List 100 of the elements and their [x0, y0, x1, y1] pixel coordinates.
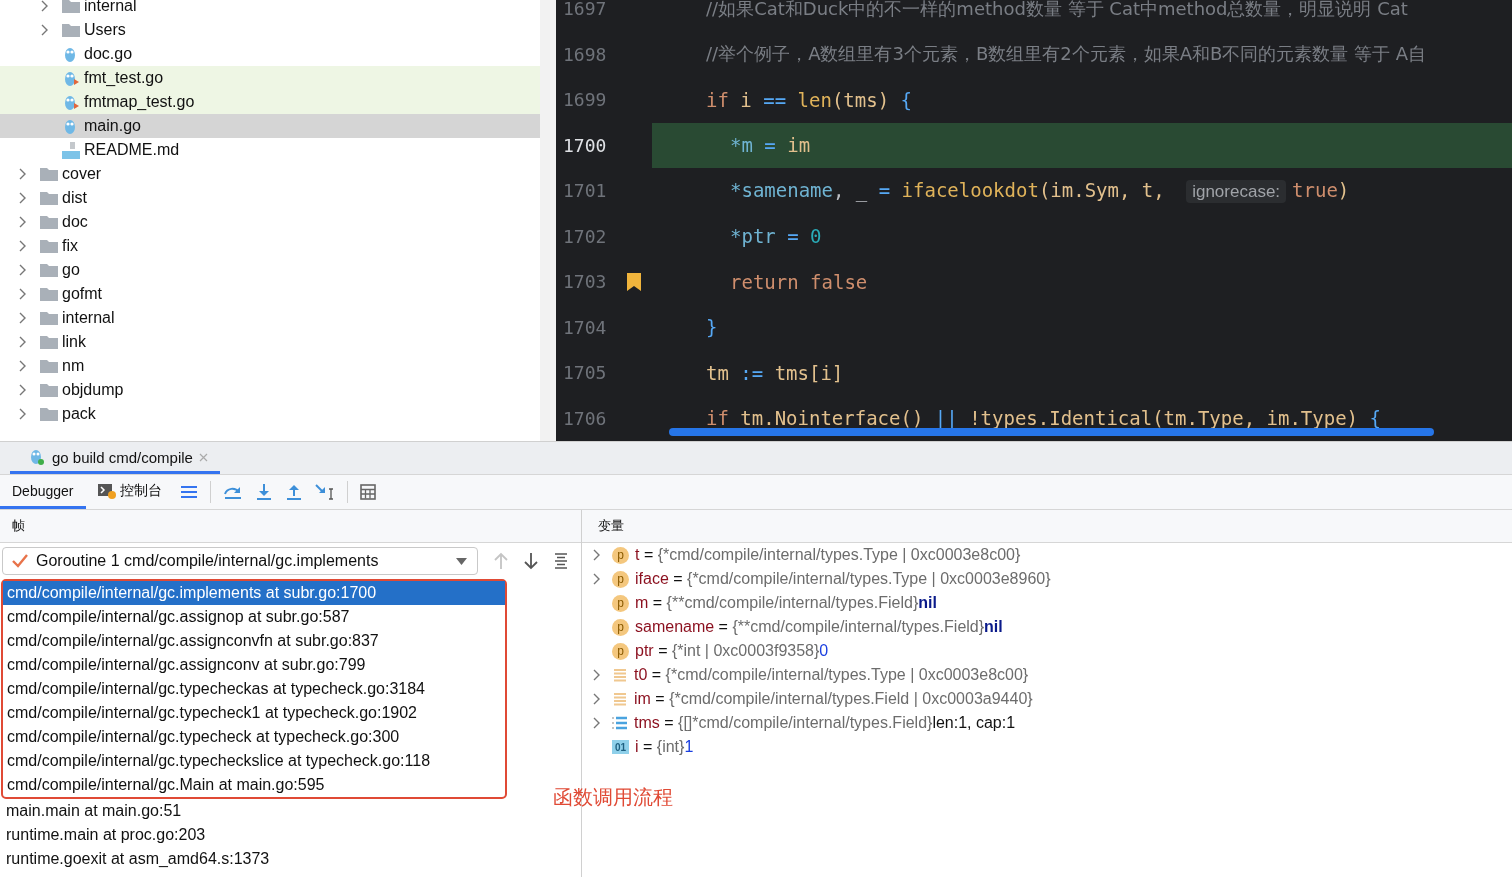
tree-row[interactable]: fmtmap_test.go: [0, 90, 540, 114]
tree-item-label[interactable]: internal: [84, 0, 137, 15]
tree-item-label[interactable]: nm: [62, 357, 85, 375]
tree-item-label[interactable]: main.go: [84, 117, 141, 135]
variable-entry[interactable]: im = {*cmd/compile/internal/types.Field | 0xc0003a9440}: [634, 690, 1033, 708]
code-line: return false: [730, 270, 868, 293]
stack-frame[interactable]: cmd/compile/internal/gc.assignconv at subr.go:799: [3, 653, 505, 677]
folder-icon: [62, 0, 80, 13]
folder-icon: [40, 335, 58, 349]
step-out-icon[interactable]: [284, 483, 303, 501]
folder-icon: [40, 167, 58, 181]
stack-frame[interactable]: cmd/compile/internal/gc.typecheck at typecheck.go:300: [3, 725, 505, 749]
stack-frame[interactable]: cmd/compile/internal/gc.assignop at subr.go:587: [3, 605, 505, 629]
variable-entry[interactable]: samename = {**cmd/compile/internal/types.Field}nil: [635, 618, 1003, 636]
tree-item-label[interactable]: internal: [62, 309, 115, 327]
chevron-icon[interactable]: [18, 312, 26, 324]
code-line: *ptr = 0: [730, 225, 822, 248]
chevron-icon[interactable]: [18, 336, 26, 348]
scrollbar-track[interactable]: [540, 0, 556, 441]
line-number: 1705: [562, 362, 608, 384]
line-number: 1697: [562, 0, 608, 20]
chevron-icon[interactable]: [40, 24, 48, 36]
tree-item-label[interactable]: dist: [62, 189, 87, 207]
field-icon: [612, 667, 628, 683]
chevron-icon[interactable]: [18, 360, 26, 372]
folder-icon: [40, 215, 58, 229]
chevron-icon[interactable]: [592, 693, 600, 705]
code-line: tm := tms[i]: [706, 361, 844, 384]
parameter-icon: p: [612, 570, 629, 588]
step-into-icon[interactable]: [254, 483, 273, 501]
stack-frame[interactable]: cmd/compile/internal/gc.implements at subr.go:1700: [3, 581, 505, 605]
stack-frame[interactable]: cmd/compile/internal/gc.Main at main.go:595: [3, 773, 505, 797]
parameter-icon: p: [612, 594, 629, 612]
tree-item-label[interactable]: fmtmap_test.go: [84, 93, 195, 111]
folder-icon: [62, 23, 80, 37]
chevron-icon[interactable]: [592, 549, 600, 561]
variable-entry[interactable]: tms = {[]*cmd/compile/internal/types.Field}len:1, cap:1: [634, 714, 1016, 732]
chevron-icon[interactable]: [40, 0, 48, 12]
tree-item-label[interactable]: go: [62, 261, 80, 279]
calculator-icon[interactable]: [359, 484, 376, 500]
variable-entry[interactable]: t = {*cmd/compile/internal/types.Type | 0xc0003e8c00}: [635, 546, 1021, 564]
tree-item-label[interactable]: gofmt: [62, 285, 102, 303]
tree-item-label[interactable]: doc: [62, 213, 88, 231]
chevron-icon[interactable]: [18, 192, 26, 204]
debugger-tab[interactable]: 控制台: [85, 475, 174, 509]
tree-item-label[interactable]: fmt_test.go: [84, 69, 164, 87]
code-comment: //如果Cat和Duck中的不一样的method数量 等于 Cat中method总数量，明显说明 Cat: [706, 0, 1408, 21]
chevron-icon[interactable]: [592, 717, 600, 729]
chevron-icon[interactable]: [592, 573, 600, 585]
chevron-icon[interactable]: [18, 288, 26, 300]
tree-item-label[interactable]: pack: [62, 405, 96, 423]
stack-frame[interactable]: runtime.goexit at asm_amd64.s:1373: [0, 847, 581, 871]
variable-entry[interactable]: t0 = {*cmd/compile/internal/types.Type | 0xc0003e8c00}: [634, 666, 1029, 684]
list-icon[interactable]: [554, 553, 568, 569]
chevron-icon[interactable]: [592, 669, 600, 681]
chevron-icon[interactable]: [18, 264, 26, 276]
stack-frame[interactable]: cmd/compile/internal/gc.typecheckas at typecheck.go:3184: [3, 677, 505, 701]
folder-icon: [40, 383, 58, 397]
folder-icon: [40, 239, 58, 253]
down-arrow-icon[interactable]: [524, 552, 538, 570]
goroutine-dropdown[interactable]: Goroutine 1 cmd/compile/internal/gc.implements: [2, 547, 478, 575]
gopher-run-icon: [28, 448, 46, 466]
chevron-icon[interactable]: [18, 240, 26, 252]
parameter-icon: p: [612, 618, 629, 636]
variable-entry[interactable]: m = {**cmd/compile/internal/types.Field}nil: [635, 594, 937, 612]
chevron-icon[interactable]: [18, 408, 26, 420]
tree-item-label[interactable]: README.md: [84, 141, 180, 159]
tree-item-label[interactable]: Users: [84, 21, 126, 39]
stack-frame[interactable]: cmd/compile/internal/gc.assignconvfn at subr.go:837: [3, 629, 505, 653]
caret-icon: [456, 557, 467, 565]
chevron-icon[interactable]: [18, 216, 26, 228]
folder-icon: [40, 263, 58, 277]
check-icon: [12, 554, 28, 568]
tree-item-label[interactable]: objdump: [62, 381, 124, 399]
tree-row[interactable]: main.go: [0, 114, 540, 138]
stack-frame[interactable]: cmd/compile/internal/gc.typecheck1 at typecheck.go:1902: [3, 701, 505, 725]
tree-item-label[interactable]: cover: [62, 165, 102, 183]
tree-item-label[interactable]: doc.go: [84, 45, 133, 63]
panel-title: 变量: [598, 517, 624, 535]
folder-icon: [40, 191, 58, 205]
chevron-icon[interactable]: [18, 384, 26, 396]
stack-frame[interactable]: runtime.main at proc.go:203: [0, 823, 581, 847]
variable-entry[interactable]: ptr = {*int | 0xc0003f9358}0: [635, 642, 829, 660]
code-line: }: [706, 316, 718, 339]
tree-item-label[interactable]: fix: [62, 237, 78, 255]
tree-item-label[interactable]: link: [62, 333, 86, 351]
line-number: 1704: [562, 316, 608, 338]
tree-row[interactable]: fmt_test.go: [0, 66, 540, 90]
line-number: 1703: [562, 271, 608, 293]
horizontal-scrollbar[interactable]: [669, 428, 1434, 436]
line-number: 1706: [562, 407, 608, 429]
parameter-icon: p: [612, 546, 629, 564]
bookmark-icon[interactable]: [627, 272, 641, 291]
run-to-cursor-icon[interactable]: [314, 483, 335, 501]
list-lines-icon[interactable]: [179, 484, 198, 500]
stack-frame[interactable]: cmd/compile/internal/gc.typecheckslice at typecheck.go:118: [3, 749, 505, 773]
chevron-icon[interactable]: [18, 168, 26, 180]
variable-entry[interactable]: iface = {*cmd/compile/internal/types.Type | 0xc0003e8960}: [635, 570, 1051, 588]
variable-entry[interactable]: i = {int}1: [635, 738, 694, 756]
panel-title: 帧: [12, 517, 25, 535]
